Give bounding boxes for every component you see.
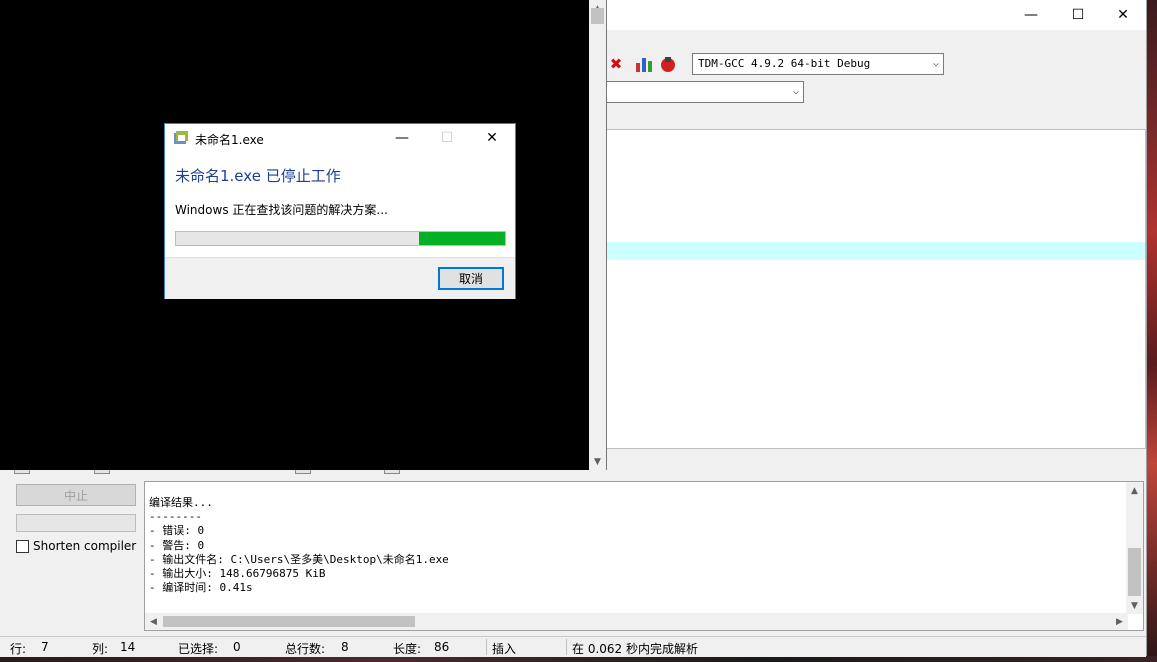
log-line: - 输出大小: 148.66796875 KiB bbox=[149, 567, 326, 581]
shorten-paths-option[interactable]: Shorten compiler pa bbox=[16, 538, 140, 554]
code-editor[interactable] bbox=[606, 129, 1146, 449]
status-bar: 行: 7 列: 14 已选择: 0 总行数: 8 长度: 86 插入 在 0.0… bbox=[0, 636, 1146, 657]
status-separator bbox=[566, 639, 567, 655]
ide-toolbar: ✖ TDM-GCC 4.9.2 64-bit Debug ⌵ bbox=[606, 50, 1146, 78]
status-line-value: 7 bbox=[41, 640, 49, 654]
log-line: - 错误: 0 bbox=[149, 524, 205, 538]
shorten-paths-checkbox[interactable] bbox=[16, 539, 29, 553]
status-total-label: 总行数: bbox=[285, 642, 326, 656]
log-line: - 警告: 0 bbox=[149, 538, 205, 552]
status-sel-value: 0 bbox=[233, 640, 241, 654]
dialog-close-button[interactable]: ✕ bbox=[469, 124, 515, 152]
delete-icon[interactable]: ✖ bbox=[606, 54, 626, 74]
crash-dialog-title: 未命名1.exe bbox=[195, 133, 264, 147]
compile-progress-bar bbox=[16, 514, 136, 532]
progress-marquee-segment bbox=[419, 232, 505, 245]
status-len-value: 86 bbox=[434, 640, 450, 654]
crash-dialog-progress-bar bbox=[175, 231, 506, 246]
status-insert-mode: 插入 bbox=[492, 642, 517, 656]
log-vertical-scrollbar[interactable]: ▲ ▼ bbox=[1126, 482, 1143, 614]
chart-icon[interactable] bbox=[634, 54, 654, 74]
log-line: -------- bbox=[149, 510, 202, 524]
shorten-paths-label: Shorten compiler pa bbox=[33, 539, 140, 553]
log-line: - 编译时间: 0.41s bbox=[149, 581, 253, 595]
status-total-value: 8 bbox=[341, 640, 349, 654]
scroll-left-icon[interactable]: ◀ bbox=[145, 613, 162, 630]
status-separator bbox=[486, 639, 487, 655]
ide-maximize-button[interactable]: ☐ bbox=[1055, 0, 1101, 30]
debug-icon[interactable] bbox=[658, 54, 678, 74]
stop-compile-button[interactable]: 中止 bbox=[16, 484, 136, 506]
status-parse-message: 在 0.062 秒内完成解析 bbox=[572, 642, 698, 656]
scroll-right-icon[interactable]: ▶ bbox=[1111, 613, 1128, 630]
desktop-wallpaper bbox=[1146, 0, 1157, 662]
console-vertical-scrollbar[interactable]: ▲ ▼ bbox=[589, 0, 606, 470]
chevron-down-icon: ⌵ bbox=[932, 58, 939, 69]
log-line: - 输出文件名: C:\Users\圣多美\Desktop\未命名1.exe bbox=[149, 552, 449, 566]
crash-dialog-footer: 取消 bbox=[165, 257, 515, 299]
crash-dialog: 未命名1.exe — ☐ ✕ 未命名1.exe 已停止工作 Windows 正在… bbox=[164, 123, 516, 299]
log-vertical-scroll-thumb[interactable] bbox=[1128, 548, 1141, 596]
dialog-minimize-button[interactable]: — bbox=[379, 124, 425, 152]
class-select[interactable]: ⌵ bbox=[606, 81, 804, 103]
scroll-down-icon[interactable]: ▼ bbox=[1126, 597, 1143, 614]
status-sel-label: 已选择: bbox=[178, 642, 219, 656]
ide-minimize-button[interactable]: — bbox=[1008, 0, 1054, 30]
status-col-label: 列: bbox=[92, 642, 109, 656]
status-len-label: 长度: bbox=[393, 642, 422, 656]
current-line-highlight bbox=[607, 242, 1145, 260]
crash-dialog-titlebar: 未命名1.exe — ☐ ✕ bbox=[165, 124, 515, 152]
status-line-label: 行: bbox=[10, 642, 27, 656]
compiler-select-value: TDM-GCC 4.9.2 64-bit Debug bbox=[698, 57, 871, 70]
crash-dialog-message: Windows 正在查找该问题的解决方案... bbox=[175, 203, 388, 217]
compile-log-text: 编译结果... -------- - 错误: 0 - 警告: 0 - 输出文件名… bbox=[149, 496, 449, 595]
cancel-button[interactable]: 取消 bbox=[438, 267, 504, 290]
scroll-down-icon[interactable]: ▼ bbox=[589, 453, 606, 470]
scroll-up-icon[interactable]: ▲ bbox=[1126, 482, 1143, 499]
compiler-select[interactable]: TDM-GCC 4.9.2 64-bit Debug ⌵ bbox=[692, 53, 944, 75]
log-horizontal-scroll-thumb[interactable] bbox=[163, 616, 415, 627]
compile-log[interactable]: 编译结果... -------- - 错误: 0 - 警告: 0 - 输出文件名… bbox=[144, 481, 1144, 631]
crash-dialog-heading: 未命名1.exe 已停止工作 bbox=[175, 167, 341, 185]
status-col-value: 14 bbox=[120, 640, 136, 654]
dialog-maximize-button: ☐ bbox=[440, 130, 454, 146]
log-horizontal-scrollbar[interactable]: ◀ ▶ bbox=[145, 613, 1128, 630]
chevron-down-icon: ⌵ bbox=[792, 86, 799, 97]
console-scroll-thumb[interactable] bbox=[591, 8, 604, 24]
log-line: 编译结果... bbox=[149, 496, 213, 509]
ide-close-button[interactable]: ✕ bbox=[1100, 0, 1146, 30]
app-icon bbox=[173, 130, 189, 146]
